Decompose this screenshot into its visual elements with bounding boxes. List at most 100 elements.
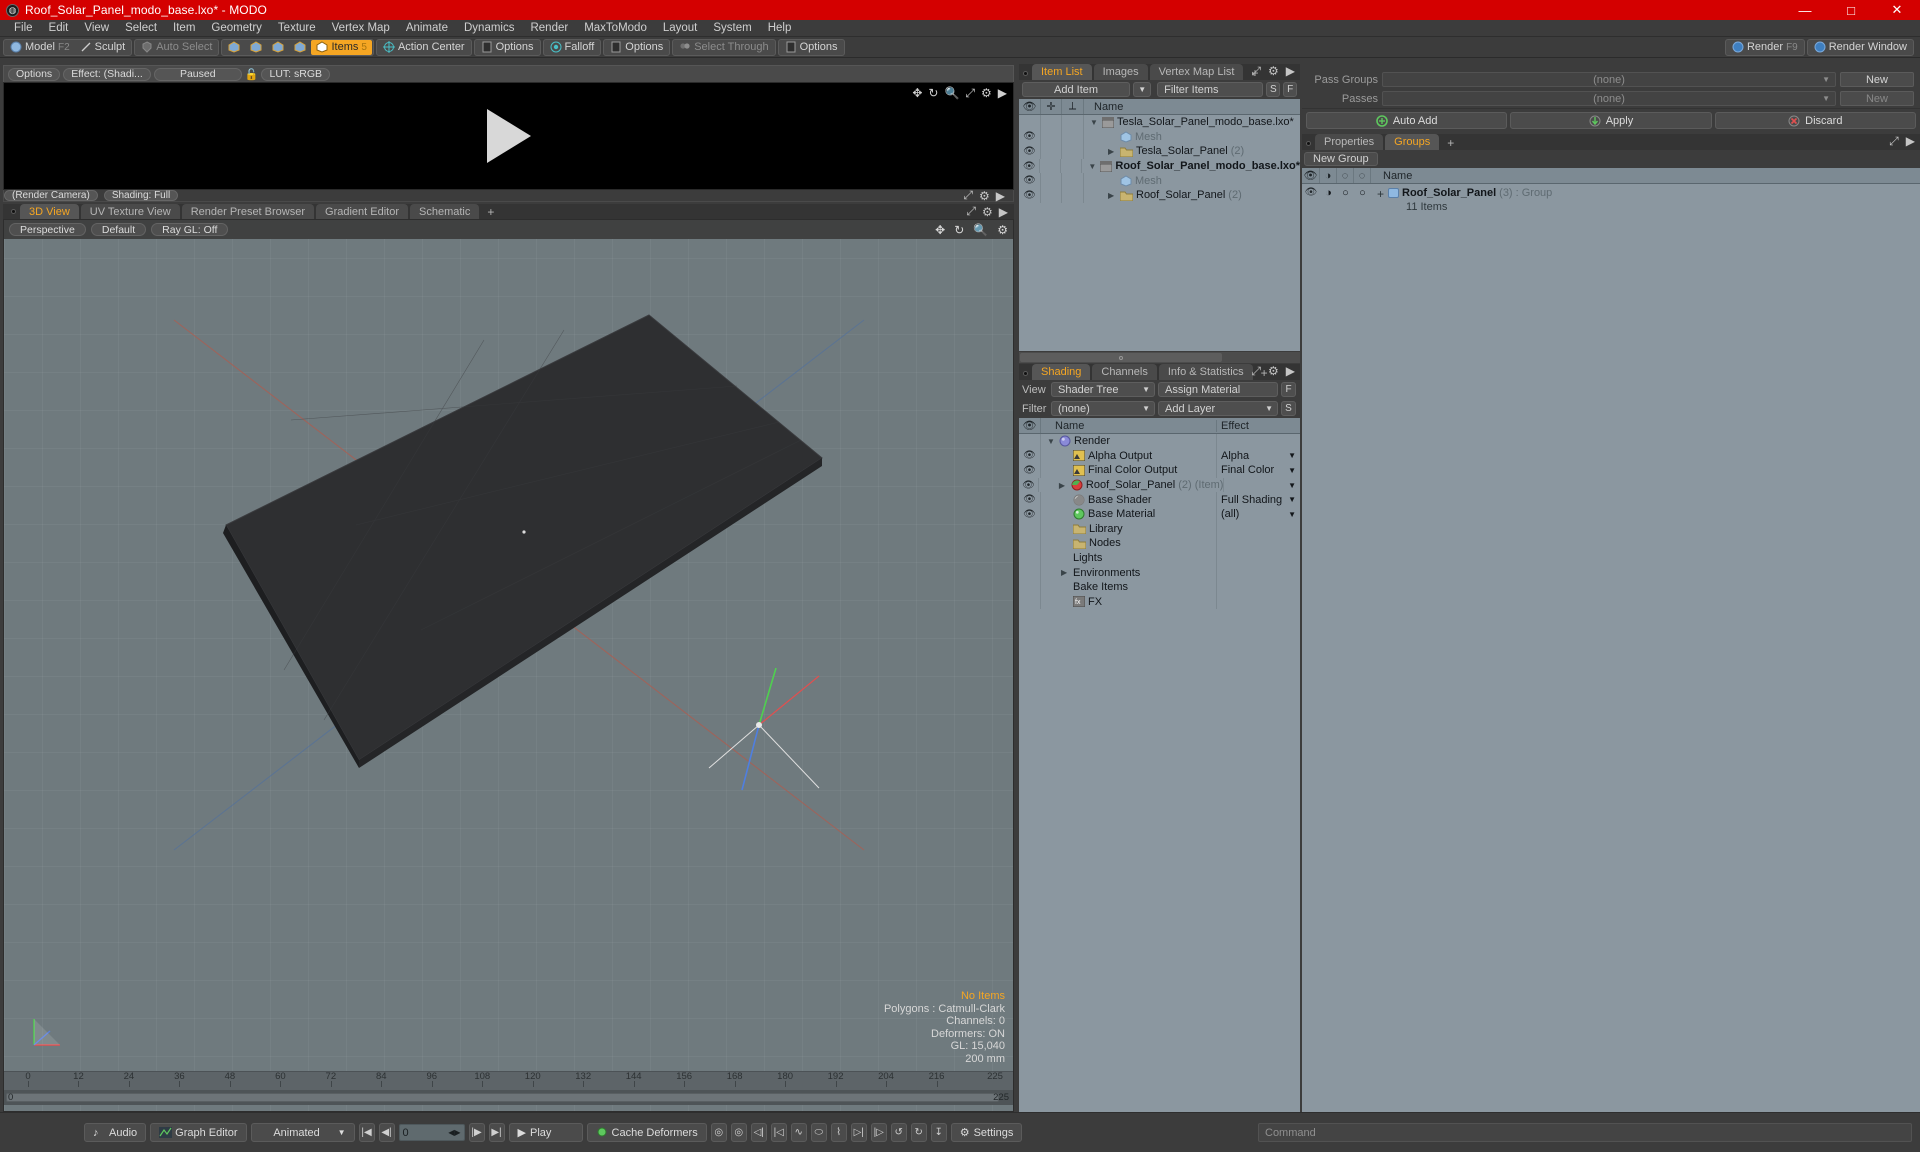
groups-tab-icons[interactable]: ⤢ ▶ xyxy=(1889,134,1915,149)
menu-maxtomodo[interactable]: MaxToModo xyxy=(576,20,655,37)
play-overlay-icon[interactable] xyxy=(486,109,531,163)
row-visibility-toggle[interactable] xyxy=(1019,115,1041,130)
chevron-down-icon[interactable]: ▼ xyxy=(1288,451,1296,460)
perspective-button[interactable]: Perspective xyxy=(9,223,86,236)
cycle-before-button[interactable]: ↺ xyxy=(890,1123,907,1142)
chevron-right-icon[interactable]: ▶ xyxy=(999,205,1008,219)
shading-view-row[interactable]: View Shader Tree ▼ Assign Material F xyxy=(1019,380,1300,399)
add-item-button[interactable]: Add Item xyxy=(1022,82,1131,97)
row-visibility-toggle[interactable] xyxy=(1019,536,1041,551)
gear-icon[interactable]: ⚙ xyxy=(1268,64,1279,79)
menu-view[interactable]: View xyxy=(76,20,117,37)
select-through-options-group[interactable]: Options xyxy=(777,38,845,56)
gear-icon[interactable]: ⚙ xyxy=(1268,364,1279,379)
row-visibility-toggle[interactable]: 👁 xyxy=(1019,129,1041,145)
add-tab-button[interactable]: + xyxy=(1441,136,1460,150)
pass-groups-select[interactable]: (none) ▼ xyxy=(1382,72,1836,87)
item-list-scrollbar[interactable] xyxy=(1019,352,1300,363)
row-visibility-toggle[interactable]: 👁 xyxy=(1019,173,1041,188)
menu-file[interactable]: File xyxy=(6,20,41,37)
tab-gradient-editor[interactable]: Gradient Editor xyxy=(316,204,408,219)
passes-select[interactable]: (none) ▼ xyxy=(1382,91,1836,106)
material-mode-button[interactable] xyxy=(289,40,311,55)
scrub-bar[interactable] xyxy=(6,1093,999,1102)
item-list-s-button[interactable]: S xyxy=(1266,82,1281,97)
default-button[interactable]: Default xyxy=(90,223,147,236)
gear-icon[interactable]: ⚙ xyxy=(997,223,1008,237)
rotate-icon[interactable]: ↻ xyxy=(954,223,964,237)
key-next-button[interactable]: |◁ xyxy=(770,1123,787,1142)
eye-icon[interactable]: 👁 xyxy=(1023,494,1036,505)
render-button[interactable]: Render F9 xyxy=(1727,40,1803,55)
shading-table-body[interactable]: ▼ Render 👁 Alpha Output Alpha ▼ 👁 Final Color O… xyxy=(1019,434,1300,1112)
row-expander-icon[interactable]: ▶ xyxy=(1108,191,1117,200)
falloff-group[interactable]: Falloff xyxy=(542,38,602,56)
tab-render-preset-browser[interactable]: Render Preset Browser xyxy=(181,204,315,219)
shading-tabs[interactable]: Shading Channels Info & Statistics + ⤢ ⚙… xyxy=(1019,364,1300,380)
row-lock-cell[interactable] xyxy=(1040,158,1061,174)
key-toggle-1-button[interactable]: ◎ xyxy=(710,1123,727,1142)
pan-icon[interactable]: ✥ xyxy=(935,223,945,237)
menu-texture[interactable]: Texture xyxy=(270,20,324,37)
chevron-down-icon[interactable]: ▼ xyxy=(1288,510,1296,519)
tab-vertex-map-list[interactable]: Vertex Map List xyxy=(1149,64,1244,80)
eye-icon[interactable]: 👁 xyxy=(1023,175,1036,186)
select-through-group[interactable]: Select Through xyxy=(672,38,776,56)
group-wire-toggle[interactable]: ○ xyxy=(1354,187,1371,199)
row-visibility-toggle[interactable] xyxy=(1019,594,1041,610)
table-row[interactable]: 👁 ▶ Roof_Solar_Panel (2) xyxy=(1019,187,1300,203)
sculpt-mode-button[interactable]: Sculpt xyxy=(75,40,131,55)
item-list-tab-icons[interactable]: ⤢ ⚙ ▶ xyxy=(1251,64,1295,79)
minimize-button[interactable]: — xyxy=(1782,0,1828,20)
eye-icon[interactable]: 👁 xyxy=(1023,509,1036,520)
row-visibility-toggle[interactable] xyxy=(1019,579,1041,595)
item-list-body[interactable]: ▼ Tesla_Solar_Panel_modo_base.lxo* 👁 Mesh 👁 ▶… xyxy=(1019,115,1300,351)
table-row[interactable]: 👁 ▶ Tesla_Solar_Panel (2) xyxy=(1019,144,1300,159)
viewport-tabs[interactable]: 3D View UV Texture View Render Preset Br… xyxy=(3,204,1014,219)
scrollbar-thumb[interactable] xyxy=(1020,353,1223,362)
cache-deformers-button[interactable]: Cache Deformers xyxy=(586,1123,707,1142)
discard-button[interactable]: Discard xyxy=(1714,112,1916,129)
chevron-right-icon[interactable]: ▶ xyxy=(1906,134,1915,149)
transform-manipulator[interactable] xyxy=(704,668,884,848)
audio-button[interactable]: ♪ Audio xyxy=(84,1123,147,1142)
panel-menu-dot-icon[interactable] xyxy=(1306,141,1311,146)
table-row[interactable]: 👁 ▼ Roof_Solar_Panel_modo_base.lxo* xyxy=(1019,158,1300,174)
chevron-down-icon[interactable]: ▼ xyxy=(1288,495,1296,504)
previous-frame-button[interactable]: ◀| xyxy=(378,1123,395,1142)
viewport-3d[interactable]: Perspective Default Ray GL: Off ✥ ↻ 🔍 ⚙ … xyxy=(3,219,1014,1112)
select-through-button[interactable]: Select Through xyxy=(674,40,773,55)
row-axis-cell[interactable] xyxy=(1062,129,1084,145)
timeline-ruler[interactable]: 0 12 24 36 48 60 72 84 96 108 120 132 144 156 168 180 19… xyxy=(4,1071,1013,1090)
render-preview-toolbar[interactable]: Options Effect: (Shadi... Paused 🔓 LUT: … xyxy=(3,65,1014,82)
table-row[interactable]: ▼ Render xyxy=(1019,434,1300,449)
tab-info-statistics[interactable]: Info & Statistics xyxy=(1158,364,1253,380)
menu-system[interactable]: System xyxy=(705,20,759,37)
action-center-options-group[interactable]: Options xyxy=(473,38,541,56)
falloff-button[interactable]: Falloff xyxy=(545,40,600,55)
items-mode-button[interactable]: Items 5 xyxy=(311,39,372,55)
row-visibility-toggle[interactable]: 👁 xyxy=(1019,187,1041,203)
chevron-right-icon[interactable]: ▶ xyxy=(1286,364,1295,379)
add-layer-button[interactable]: Add Layer ▼ xyxy=(1158,401,1278,416)
groups-tabs[interactable]: Properties Groups + ⤢ ▶ xyxy=(1302,134,1920,150)
table-row[interactable]: ▼ Tesla_Solar_Panel_modo_base.lxo* xyxy=(1019,115,1300,130)
new-group-button[interactable]: New Group xyxy=(1304,152,1378,166)
tab-item-list[interactable]: Item List xyxy=(1032,64,1092,80)
close-button[interactable]: ✕ xyxy=(1874,0,1920,20)
eye-icon[interactable]: 👁 xyxy=(1023,146,1036,157)
command-bar[interactable]: Command xyxy=(1250,1112,1920,1152)
groups-toolbar[interactable]: New Group xyxy=(1302,150,1920,168)
row-expander-icon[interactable]: ▶ xyxy=(1061,568,1070,577)
render-group[interactable]: Render F9 xyxy=(1724,38,1805,56)
go-to-start-button[interactable]: |◀ xyxy=(358,1123,375,1142)
row-expander-icon[interactable]: ▼ xyxy=(1047,437,1056,446)
eye-icon[interactable]: 👁 xyxy=(1023,450,1036,461)
menu-layout[interactable]: Layout xyxy=(655,20,706,37)
render-preview-viewport[interactable]: ✥ ↻ 🔍 ⤢ ⚙ ▶ xyxy=(3,82,1014,190)
item-list-controls[interactable]: Add Item ▼ Filter Items S F xyxy=(1019,80,1300,99)
render-paused-button[interactable]: Paused xyxy=(153,67,242,81)
add-item-dropdown[interactable]: ▼ xyxy=(1133,82,1152,97)
bake-button[interactable]: ↧ xyxy=(930,1123,947,1142)
shading-s-button[interactable]: S xyxy=(1281,401,1296,416)
